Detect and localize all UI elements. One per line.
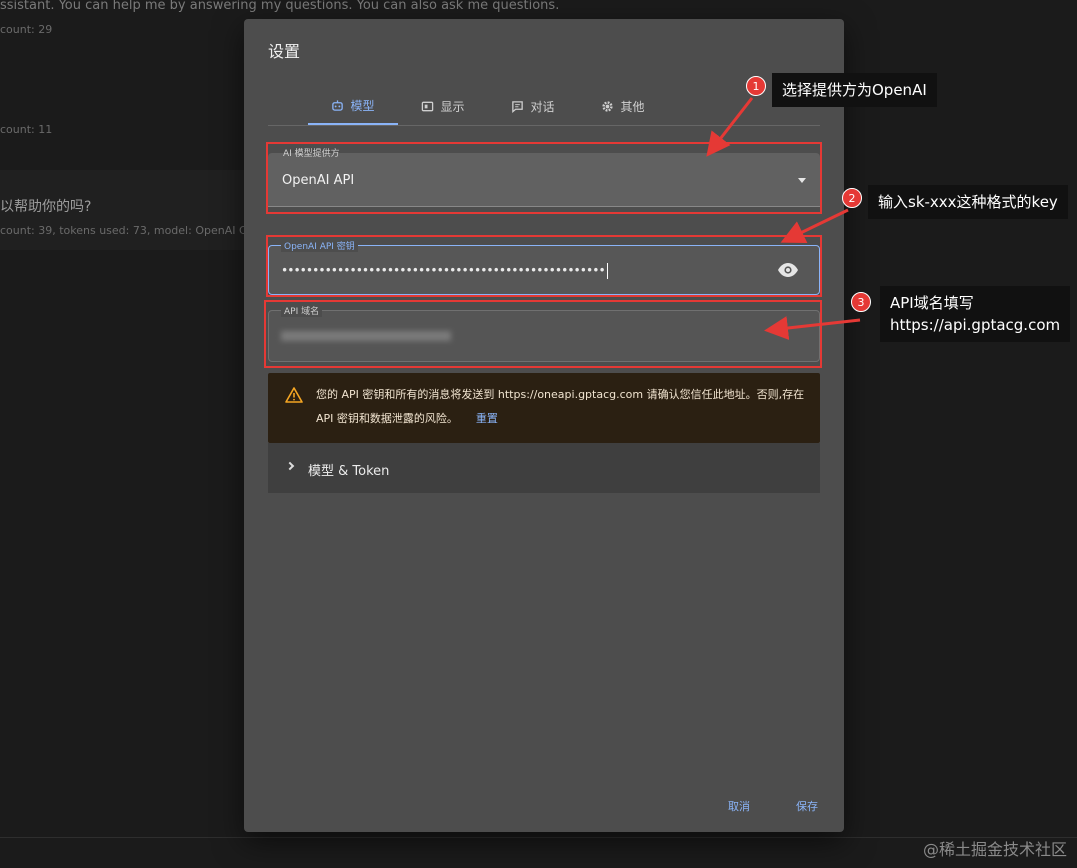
bg-message-line: ssistant. You can help me by answering m… xyxy=(0,0,560,13)
bg-message-line: 以帮助你的吗? xyxy=(0,199,92,215)
warning-alert: 您的 API 密钥和所有的消息将发送到 https://oneapi.gptac… xyxy=(268,373,820,443)
warning-text: 您的 API 密钥和所有的消息将发送到 https://oneapi.gptac… xyxy=(316,388,805,425)
annotation-callout: 输入sk-xxx这种格式的key xyxy=(868,185,1068,219)
annotation-callout: 选择提供方为OpenAI xyxy=(772,73,937,107)
bg-meta-line: count: 29 xyxy=(0,23,53,36)
tabs-divider xyxy=(268,125,820,126)
model-token-accordion[interactable]: 模型 & Token xyxy=(268,443,820,493)
tab-label: 显示 xyxy=(440,99,465,114)
annotation-callout: API域名填写 https://api.gptacg.com xyxy=(880,286,1071,342)
tab-label: 对话 xyxy=(530,99,555,114)
cancel-button[interactable]: 取消 xyxy=(728,798,750,814)
settings-tabs: 模型 显示 对话 其他 xyxy=(308,87,668,125)
display-icon xyxy=(422,101,434,111)
annotation-badge: 1 xyxy=(746,76,766,96)
save-button[interactable]: 保存 xyxy=(796,798,818,814)
tab-model[interactable]: 模型 xyxy=(308,87,398,125)
annotation-badge: 3 xyxy=(851,292,871,312)
tab-chat[interactable]: 对话 xyxy=(488,87,578,125)
robot-icon xyxy=(332,99,344,111)
annotation-badge: 2 xyxy=(842,188,862,208)
annotation-box-domain xyxy=(264,300,822,368)
bg-meta-line: count: 39, tokens used: 73, model: OpenA… xyxy=(0,224,260,237)
chat-icon xyxy=(512,100,524,113)
warning-icon xyxy=(285,387,303,403)
bg-meta-line: count: 11 xyxy=(0,123,53,136)
watermark: @稀土掘金技术社区 xyxy=(922,840,1067,859)
callout-line: API域名填写 xyxy=(890,294,974,312)
bg-divider xyxy=(0,837,1077,838)
settings-dialog: 设置 模型 显示 对话 其他 AI 模型提供方 OpenAI API OpenA… xyxy=(244,19,844,832)
dialog-title: 设置 xyxy=(268,42,301,61)
tab-display[interactable]: 显示 xyxy=(398,87,488,125)
tab-other[interactable]: 其他 xyxy=(578,87,668,125)
chevron-right-icon xyxy=(285,461,295,471)
tab-label: 模型 xyxy=(350,98,375,113)
annotation-box-api-key xyxy=(266,235,822,297)
tab-label: 其他 xyxy=(620,99,645,114)
accordion-label: 模型 & Token xyxy=(308,464,390,479)
gear-icon xyxy=(602,100,614,112)
callout-line: https://api.gptacg.com xyxy=(890,316,1061,334)
reset-link[interactable]: 重置 xyxy=(476,412,498,425)
dialog-actions: 取消 保存 xyxy=(728,798,818,814)
annotation-box-provider xyxy=(266,142,822,214)
